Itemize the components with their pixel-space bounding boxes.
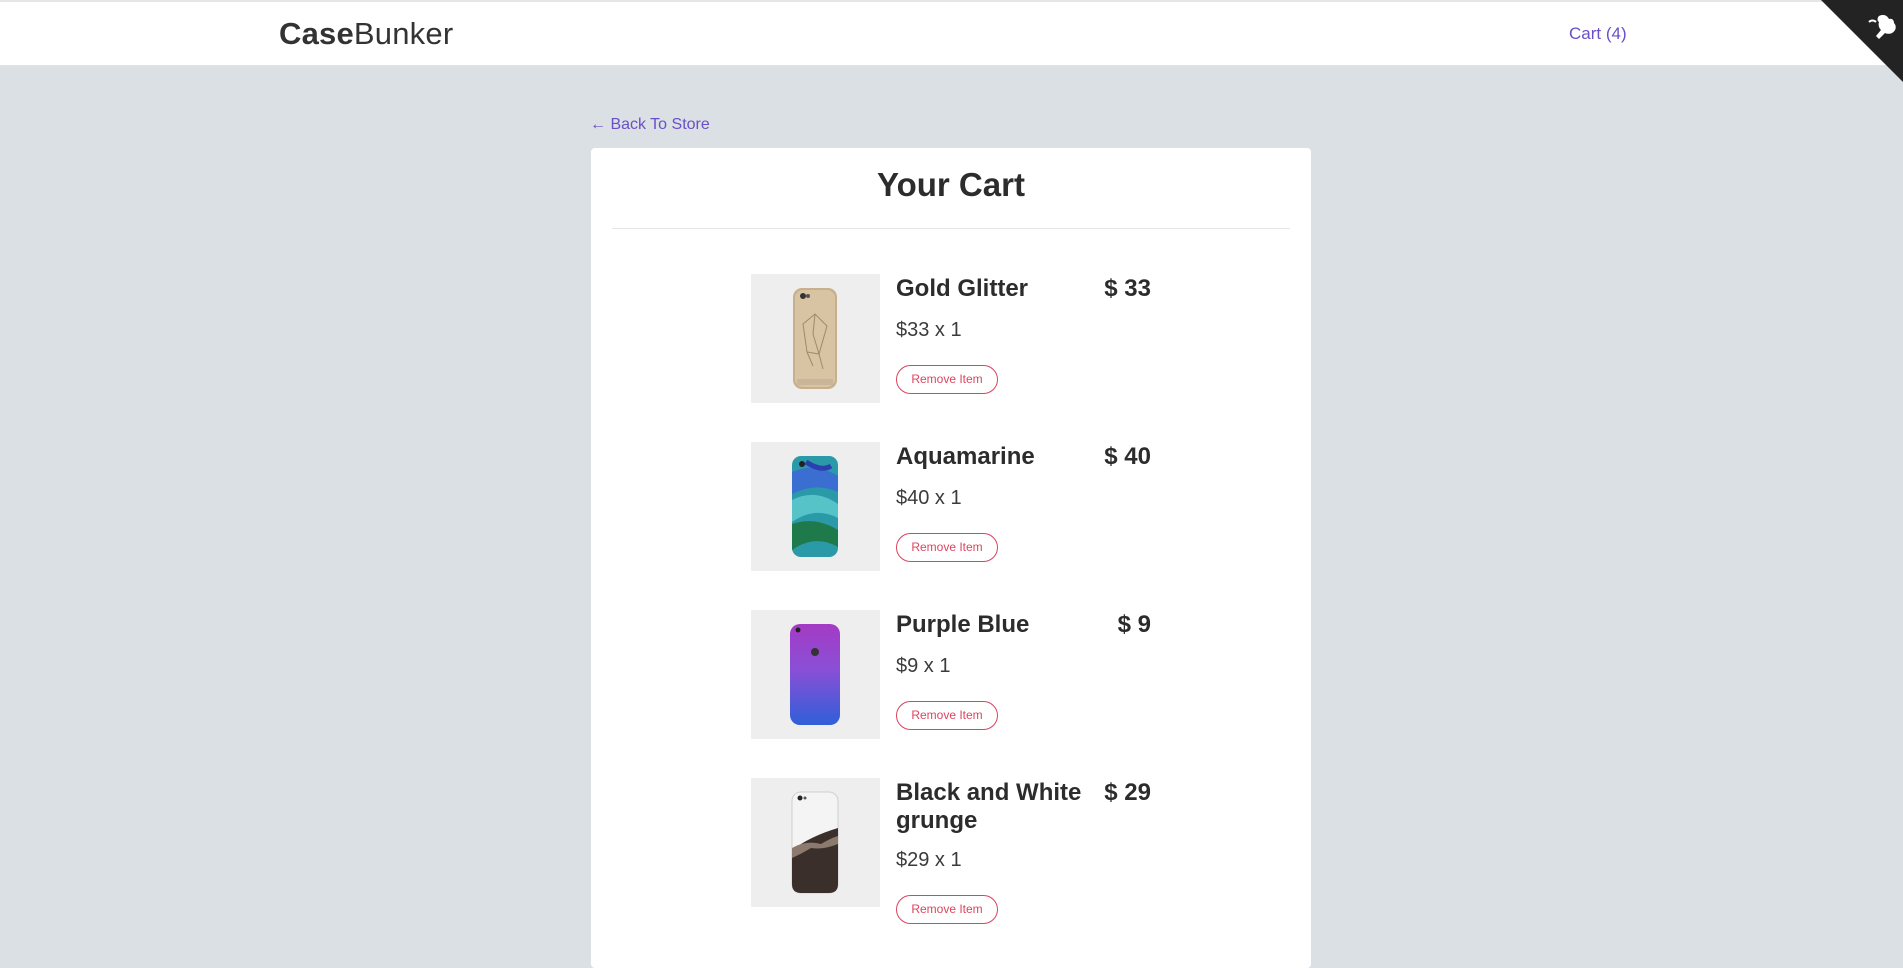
cart-card: Your Cart Gold Glitter $ 33 $33 x 1 Remo… — [591, 148, 1311, 968]
cart-item: Gold Glitter $ 33 $33 x 1 Remove Item — [751, 274, 1151, 404]
item-price: $ 9 — [1117, 611, 1151, 638]
item-price: $ 40 — [1104, 443, 1151, 470]
product-thumbnail — [751, 442, 880, 571]
item-price: $ 33 — [1104, 275, 1151, 302]
item-name: Purple Blue — [896, 611, 1030, 638]
remove-item-button[interactable]: Remove Item — [896, 701, 998, 730]
item-name: Black and White grunge — [896, 779, 1082, 834]
brand-bold: Case — [279, 16, 354, 51]
item-quantity: $29 x 1 — [896, 849, 962, 871]
item-quantity: $33 x 1 — [896, 319, 962, 341]
divider — [612, 228, 1290, 229]
item-name: Aquamarine — [896, 443, 1035, 470]
item-quantity: $40 x 1 — [896, 487, 962, 509]
cart-item: Black and White grunge $ 29 $29 x 1 Remo… — [751, 778, 1151, 924]
product-thumbnail — [751, 610, 880, 739]
product-thumbnail — [751, 778, 880, 907]
back-to-store-link[interactable]: ← Back To Store — [590, 116, 710, 134]
cart-item: Purple Blue $ 9 $9 x 1 Remove Item — [751, 610, 1151, 740]
remove-item-button[interactable]: Remove Item — [896, 533, 998, 562]
cart-link[interactable]: Cart (4) — [1569, 24, 1627, 44]
brand-light: Bunker — [353, 16, 454, 51]
remove-item-button[interactable]: Remove Item — [896, 895, 998, 924]
product-thumbnail — [751, 274, 880, 403]
cart-item: Aquamarine $ 40 $40 x 1 Remove Item — [751, 442, 1151, 572]
brand-logo[interactable]: CaseBunker — [279, 16, 453, 52]
github-octocat-icon[interactable] — [1821, 0, 1903, 82]
cart-title: Your Cart — [877, 166, 1025, 203]
remove-item-button[interactable]: Remove Item — [896, 365, 998, 394]
item-name: Gold Glitter — [896, 275, 1028, 302]
item-price: $ 29 — [1104, 779, 1151, 806]
top-nav: CaseBunker Cart (4) — [0, 0, 1903, 66]
item-quantity: $9 x 1 — [896, 655, 951, 677]
